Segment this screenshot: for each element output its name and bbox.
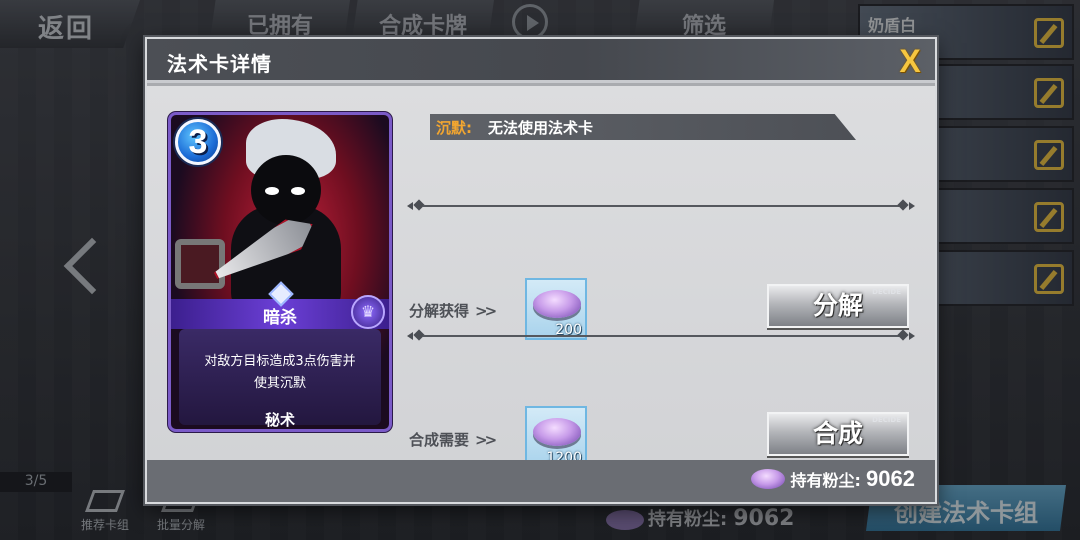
rarity-emblem-icon: ♛ — [351, 295, 385, 329]
dust-value: 9062 — [866, 466, 915, 491]
card-art-dagger-hilt — [175, 239, 225, 289]
button-tag: DECIDE — [872, 288, 901, 296]
button-tag: DECIDE — [872, 416, 901, 424]
mana-cost-badge: 3 — [175, 119, 221, 165]
craft-button[interactable]: DECIDE 合成 — [767, 412, 909, 456]
double-chevron-icon: >> — [475, 302, 497, 320]
disenchant-button-label: 分解 — [812, 291, 863, 320]
card-art-head — [251, 155, 321, 225]
keyword-name: 沉默: — [436, 119, 472, 137]
double-chevron-icon: >> — [475, 431, 497, 449]
dust-icon — [533, 290, 581, 318]
dust-icon — [533, 418, 581, 446]
craft-label: 合成需要 >> — [409, 429, 497, 450]
dust-label: 持有粉尘: — [790, 471, 861, 490]
card-description: 对敌方目标造成3点伤害并 使其沉默 — [181, 351, 379, 395]
close-button[interactable]: X — [893, 44, 927, 78]
dialog-header: 法术卡详情 X — [147, 39, 935, 83]
dust-counter: 持有粉尘: 9062 — [750, 466, 915, 496]
card-description-line: 对敌方目标造成3点伤害并 — [204, 354, 356, 369]
card-type: 秘术 — [264, 411, 295, 429]
dialog-body: 3 暗杀 ♛ 对敌方目标造成3点伤害并 使其沉默 秘术 沉默: 无法使用法术卡 … — [147, 86, 935, 468]
divider — [407, 329, 915, 342]
dust-icon — [750, 469, 785, 489]
card-description-line: 使其沉默 — [253, 376, 306, 391]
craft-label-text: 合成需要 — [409, 431, 470, 449]
dialog-footer: 持有粉尘: 9062 — [147, 460, 935, 502]
spell-card-detail-dialog: 法术卡详情 X 3 暗杀 ♛ 对敌方目标造成3点伤害并 使其沉默 秘术 沉默: … — [145, 37, 937, 504]
card-art-eye — [265, 187, 279, 195]
disenchant-label-text: 分解获得 — [409, 302, 470, 320]
disenchant-button[interactable]: DECIDE 分解 — [767, 284, 909, 328]
card-art-eye — [291, 187, 305, 195]
spell-card: 3 暗杀 ♛ 对敌方目标造成3点伤害并 使其沉默 秘术 — [168, 112, 392, 432]
dialog-title: 法术卡详情 — [167, 52, 272, 76]
disenchant-label: 分解获得 >> — [409, 300, 497, 321]
divider — [407, 199, 915, 212]
craft-cost-tile: 1200 — [525, 406, 587, 468]
craft-button-label: 合成 — [812, 419, 863, 448]
keyword-description: 无法使用法术卡 — [488, 119, 594, 137]
